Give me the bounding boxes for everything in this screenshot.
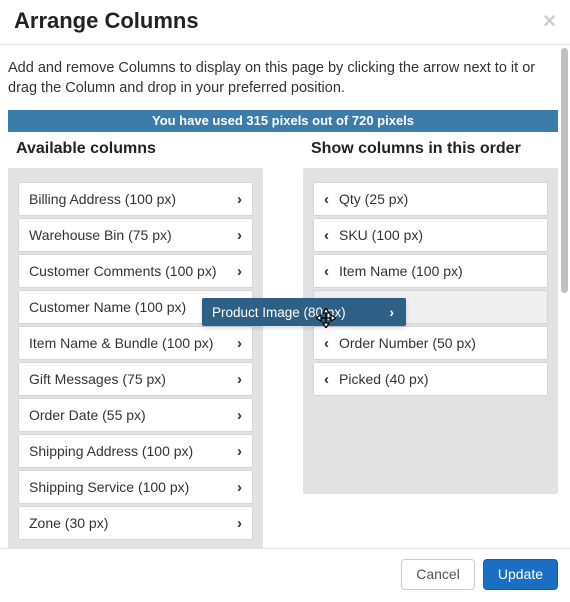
chevron-right-icon[interactable]: ›	[237, 191, 242, 208]
chevron-left-icon[interactable]: ‹	[324, 227, 329, 244]
item-label: Shipping Service (100 px)	[29, 479, 189, 495]
available-item[interactable]: Order Date (55 px) ›	[18, 398, 253, 432]
shown-item[interactable]: ‹ Picked (40 px)	[313, 362, 548, 396]
shown-item[interactable]: ‹ Order Number (50 px)	[313, 326, 548, 360]
available-columns-block: Available columns Billing Address (100 p…	[8, 140, 263, 554]
item-label: Customer Comments (100 px)	[29, 263, 217, 279]
chevron-left-icon[interactable]: ‹	[324, 263, 329, 280]
available-item[interactable]: Gift Messages (75 px) ›	[18, 362, 253, 396]
item-label: Item Name (100 px)	[339, 263, 537, 279]
item-label: Order Number (50 px)	[339, 335, 537, 351]
chevron-right-icon: ›	[390, 305, 395, 320]
available-item[interactable]: Customer Comments (100 px) ›	[18, 254, 253, 288]
chevron-right-icon[interactable]: ›	[237, 479, 242, 496]
modal-title: Arrange Columns	[14, 8, 199, 34]
item-label: Gift Messages (75 px)	[29, 371, 166, 387]
available-heading: Available columns	[16, 140, 263, 158]
available-item[interactable]: Billing Address (100 px) ›	[18, 182, 253, 216]
item-label: Item Name & Bundle (100 px)	[29, 335, 213, 351]
item-label: Picked (40 px)	[339, 371, 537, 387]
item-label: SKU (100 px)	[339, 227, 537, 243]
chevron-right-icon[interactable]: ›	[237, 407, 242, 424]
chevron-right-icon[interactable]: ›	[237, 335, 242, 352]
modal-header: Arrange Columns ×	[0, 0, 570, 45]
chevron-right-icon[interactable]: ›	[237, 443, 242, 460]
shown-item[interactable]: ‹ Item Name (100 px)	[313, 254, 548, 288]
pixel-usage-banner: You have used 315 pixels out of 720 pixe…	[8, 110, 558, 132]
description-text: Add and remove Columns to display on thi…	[8, 59, 558, 98]
item-label: Qty (25 px)	[339, 191, 537, 207]
item-label: Product Image (80 px)	[212, 305, 346, 320]
shown-item[interactable]: ‹ SKU (100 px)	[313, 218, 548, 252]
item-label: Billing Address (100 px)	[29, 191, 176, 207]
available-item[interactable]: Shipping Address (100 px) ›	[18, 434, 253, 468]
available-item[interactable]: Warehouse Bin (75 px) ›	[18, 218, 253, 252]
item-label: Shipping Address (100 px)	[29, 443, 193, 459]
item-label: Warehouse Bin (75 px)	[29, 227, 172, 243]
item-label: Order Date (55 px)	[29, 407, 146, 423]
chevron-right-icon[interactable]: ›	[237, 515, 242, 532]
chevron-left-icon[interactable]: ‹	[324, 371, 329, 388]
update-button[interactable]: Update	[483, 559, 558, 590]
available-item[interactable]: Shipping Service (100 px) ›	[18, 470, 253, 504]
available-item[interactable]: Item Name & Bundle (100 px) ›	[18, 326, 253, 360]
close-icon[interactable]: ×	[543, 10, 556, 32]
shown-heading: Show columns in this order	[311, 140, 558, 158]
shown-item[interactable]: ‹ Qty (25 px)	[313, 182, 548, 216]
modal-footer: Cancel Update	[0, 548, 570, 602]
chevron-left-icon[interactable]: ‹	[324, 335, 329, 352]
cancel-button[interactable]: Cancel	[401, 559, 475, 590]
chevron-left-icon[interactable]: ‹	[324, 191, 329, 208]
shown-list: ‹ Qty (25 px) ‹ SKU (100 px) ‹ Item Name…	[303, 168, 558, 494]
available-item[interactable]: Zone (30 px) ›	[18, 506, 253, 540]
dragging-item[interactable]: Product Image (80 px) ›	[202, 298, 406, 326]
chevron-right-icon[interactable]: ›	[237, 227, 242, 244]
scrollbar-thumb[interactable]	[561, 48, 568, 293]
available-list: Billing Address (100 px) › Warehouse Bin…	[8, 168, 263, 554]
chevron-right-icon[interactable]: ›	[237, 371, 242, 388]
columns-row: Available columns Billing Address (100 p…	[8, 140, 558, 554]
item-label: Customer Name (100 px)	[29, 299, 186, 315]
chevron-right-icon[interactable]: ›	[237, 263, 242, 280]
scrollbar-track[interactable]	[559, 46, 570, 546]
item-label: Zone (30 px)	[29, 515, 108, 531]
